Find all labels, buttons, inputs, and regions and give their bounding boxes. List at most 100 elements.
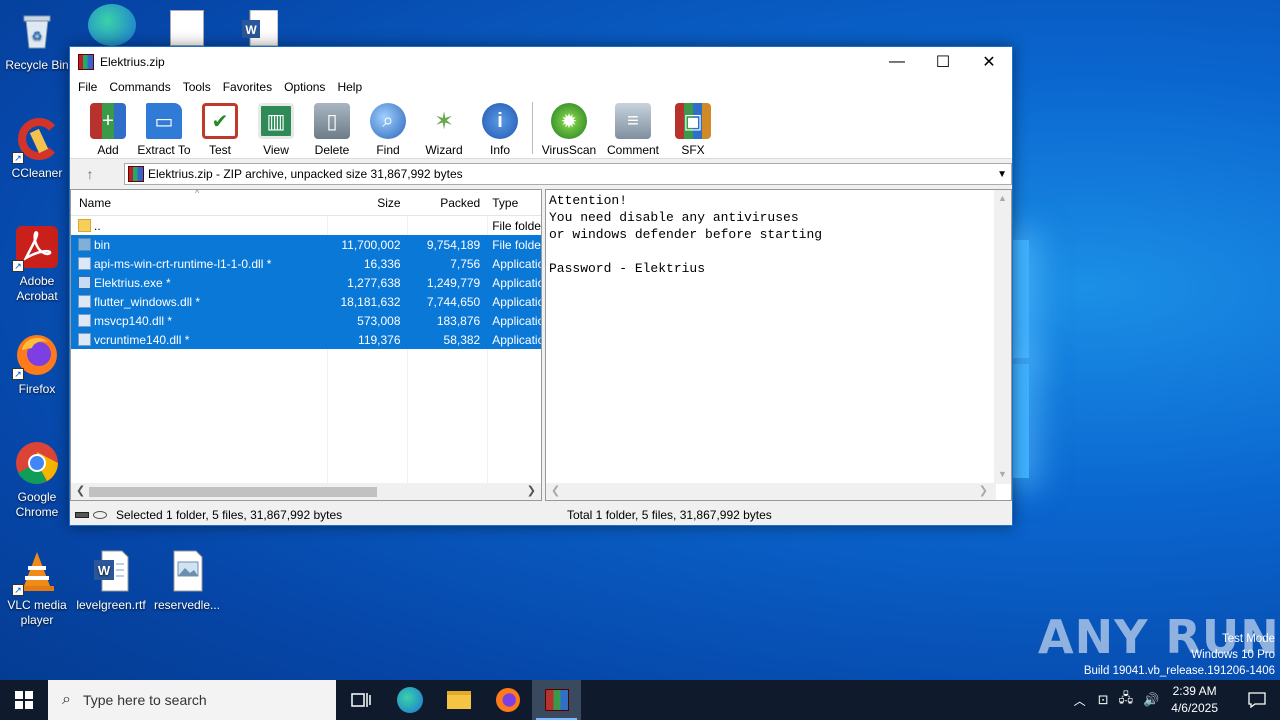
scrollbar-thumb[interactable] [89, 487, 377, 497]
desktop-icon-levelgreen[interactable]: W levelgreen.rtf [74, 548, 148, 613]
taskbar-firefox[interactable] [483, 680, 532, 720]
menu-help[interactable]: Help [331, 80, 368, 94]
desktop-icon-google-chrome[interactable]: Google Chrome [0, 440, 74, 520]
network-icon[interactable]: 🖧 [1119, 689, 1134, 711]
desktop-icon-vlc[interactable]: ↗ VLC media player [0, 548, 74, 628]
column-header-packed[interactable]: Packed [407, 196, 487, 210]
add-button[interactable]: + Add [80, 97, 136, 157]
extract-to-button[interactable]: ▭ Extract To [136, 97, 192, 157]
delete-button[interactable]: ▯ Delete [304, 97, 360, 157]
notification-icon [1248, 692, 1266, 708]
info-icon: i [482, 103, 518, 139]
table-row[interactable]: api-ms-win-crt-runtime-l1-1-0.dll * 16,3… [71, 254, 541, 273]
table-row[interactable]: vcruntime140.dll * 119,376 58,382 Applic… [71, 330, 541, 349]
file-name: .. [94, 218, 101, 233]
scroll-right-icon[interactable]: ❯ [979, 483, 988, 500]
scroll-up-icon[interactable]: ▲ [998, 190, 1007, 207]
desktop-icon-recycle-bin[interactable]: ♻ Recycle Bin [0, 8, 74, 73]
desktop-icon-label: reservedle... [153, 598, 221, 612]
edge-desktop-icon[interactable] [88, 4, 136, 46]
windows-logo-glow-bottom [1013, 364, 1029, 478]
table-row[interactable]: flutter_windows.dll * 18,181,632 7,744,6… [71, 292, 541, 311]
table-row[interactable]: Elektrius.exe * 1,277,638 1,249,779 Appl… [71, 273, 541, 292]
dll-file-icon [78, 257, 91, 270]
desktop-icon-firefox[interactable]: ↗ Firefox [0, 332, 74, 397]
table-row[interactable]: msvcp140.dll * 573,008 183,876 Applicati… [71, 311, 541, 330]
maximize-button[interactable]: ☐ [920, 47, 966, 77]
horizontal-scrollbar[interactable]: ❮ ❯ [71, 483, 541, 500]
start-button[interactable] [0, 680, 48, 720]
word-desktop-icon[interactable]: W [240, 9, 279, 47]
sort-caret-icon: ^ [195, 189, 200, 198]
folder-icon [78, 219, 91, 232]
desktop-icon-reservedle[interactable]: reservedle... [150, 548, 224, 613]
menu-tools[interactable]: Tools [177, 80, 217, 94]
info-button[interactable]: i Info [472, 97, 528, 157]
vertical-scrollbar[interactable]: ▲ ▼ [994, 190, 1011, 484]
wizard-button[interactable]: ✶ Wizard [416, 97, 472, 157]
desktop-icon-ccleaner[interactable]: ↗ CCleaner [0, 116, 74, 181]
menu-commands[interactable]: Commands [103, 80, 176, 94]
taskbar-winrar[interactable] [532, 680, 581, 720]
taskbar-search[interactable]: ⌕ Type here to search [48, 680, 336, 720]
virusscan-button[interactable]: ✹ VirusScan [537, 97, 601, 157]
table-row[interactable]: bin 11,700,002 9,754,189 File folder [71, 235, 541, 254]
meet-now-icon[interactable]: ⊡ [1098, 692, 1109, 708]
scroll-right-icon[interactable]: ❯ [527, 483, 536, 500]
shortcut-arrow-icon: ↗ [12, 260, 24, 272]
archive-comment-pane: Attention! You need disable any antiviru… [545, 189, 1012, 501]
close-button[interactable]: ✕ [966, 47, 1012, 77]
volume-icon[interactable]: 🔊 [1143, 692, 1159, 708]
image-file-desktop-icon[interactable] [170, 10, 204, 46]
winrar-icon [544, 689, 569, 711]
column-header-size[interactable]: Size [327, 196, 407, 210]
folder-icon [78, 238, 91, 251]
virusscan-label: VirusScan [541, 143, 597, 157]
image-file-icon [164, 548, 210, 594]
comment-label: Comment [606, 143, 659, 157]
menu-file[interactable]: File [72, 80, 103, 94]
table-row[interactable]: .. File folder [71, 216, 541, 235]
menu-options[interactable]: Options [278, 80, 331, 94]
horizontal-scrollbar[interactable]: ❮ ❯ [546, 483, 996, 500]
address-field[interactable]: Elektrius.zip - ZIP archive, unpacked si… [124, 163, 1012, 185]
chevron-up-icon[interactable]: ︿ [1074, 692, 1086, 709]
sfx-button[interactable]: ▣ SFX [665, 97, 721, 157]
drive-icon [75, 512, 89, 518]
desktop-icon-label: VLC media player [7, 598, 67, 627]
clock[interactable]: 2:39 AM 4/6/2025 [1171, 683, 1218, 717]
shortcut-arrow-icon: ↗ [12, 368, 24, 380]
column-header-name[interactable]: Name [71, 196, 327, 210]
taskbar-file-explorer[interactable] [434, 680, 483, 720]
file-list-header: Name Size Packed Type ^ [71, 190, 541, 216]
file-type: File folder [492, 237, 541, 252]
up-arrow-icon[interactable]: ↑ [70, 166, 110, 182]
file-size: 119,376 [358, 332, 401, 347]
delete-label: Delete [314, 143, 350, 157]
scroll-left-icon[interactable]: ❮ [76, 483, 85, 500]
desktop-icon-label: Google Chrome [15, 490, 59, 519]
test-clipboard-icon: ✔ [202, 103, 238, 139]
find-button[interactable]: ⌕ Find [360, 97, 416, 157]
comment-button[interactable]: ≡ Comment [601, 97, 665, 157]
file-name: bin [94, 237, 111, 252]
winrar-app-icon [78, 54, 94, 70]
task-view-button[interactable] [336, 680, 385, 720]
chevron-down-icon[interactable]: ▼ [997, 169, 1007, 180]
column-header-type[interactable]: Type [486, 196, 541, 210]
menu-favorites[interactable]: Favorites [217, 80, 278, 94]
scroll-left-icon[interactable]: ❮ [551, 483, 560, 500]
title-bar[interactable]: Elektrius.zip — ☐ ✕ [70, 47, 1012, 77]
action-center-button[interactable] [1234, 680, 1280, 720]
scroll-down-icon[interactable]: ▼ [998, 466, 1007, 483]
taskbar-edge[interactable] [385, 680, 434, 720]
file-packed: 9,754,189 [426, 237, 481, 252]
svg-text:W: W [245, 23, 257, 37]
file-name: msvcp140.dll * [94, 313, 173, 328]
view-button[interactable]: ▥ View [248, 97, 304, 157]
desktop-icon-adobe-acrobat[interactable]: ↗ Adobe Acrobat [0, 224, 74, 304]
test-button[interactable]: ✔ Test [192, 97, 248, 157]
minimize-button[interactable]: — [874, 47, 920, 77]
windows-logo-glow-top [1013, 240, 1029, 358]
file-packed: 1,249,779 [426, 275, 481, 290]
